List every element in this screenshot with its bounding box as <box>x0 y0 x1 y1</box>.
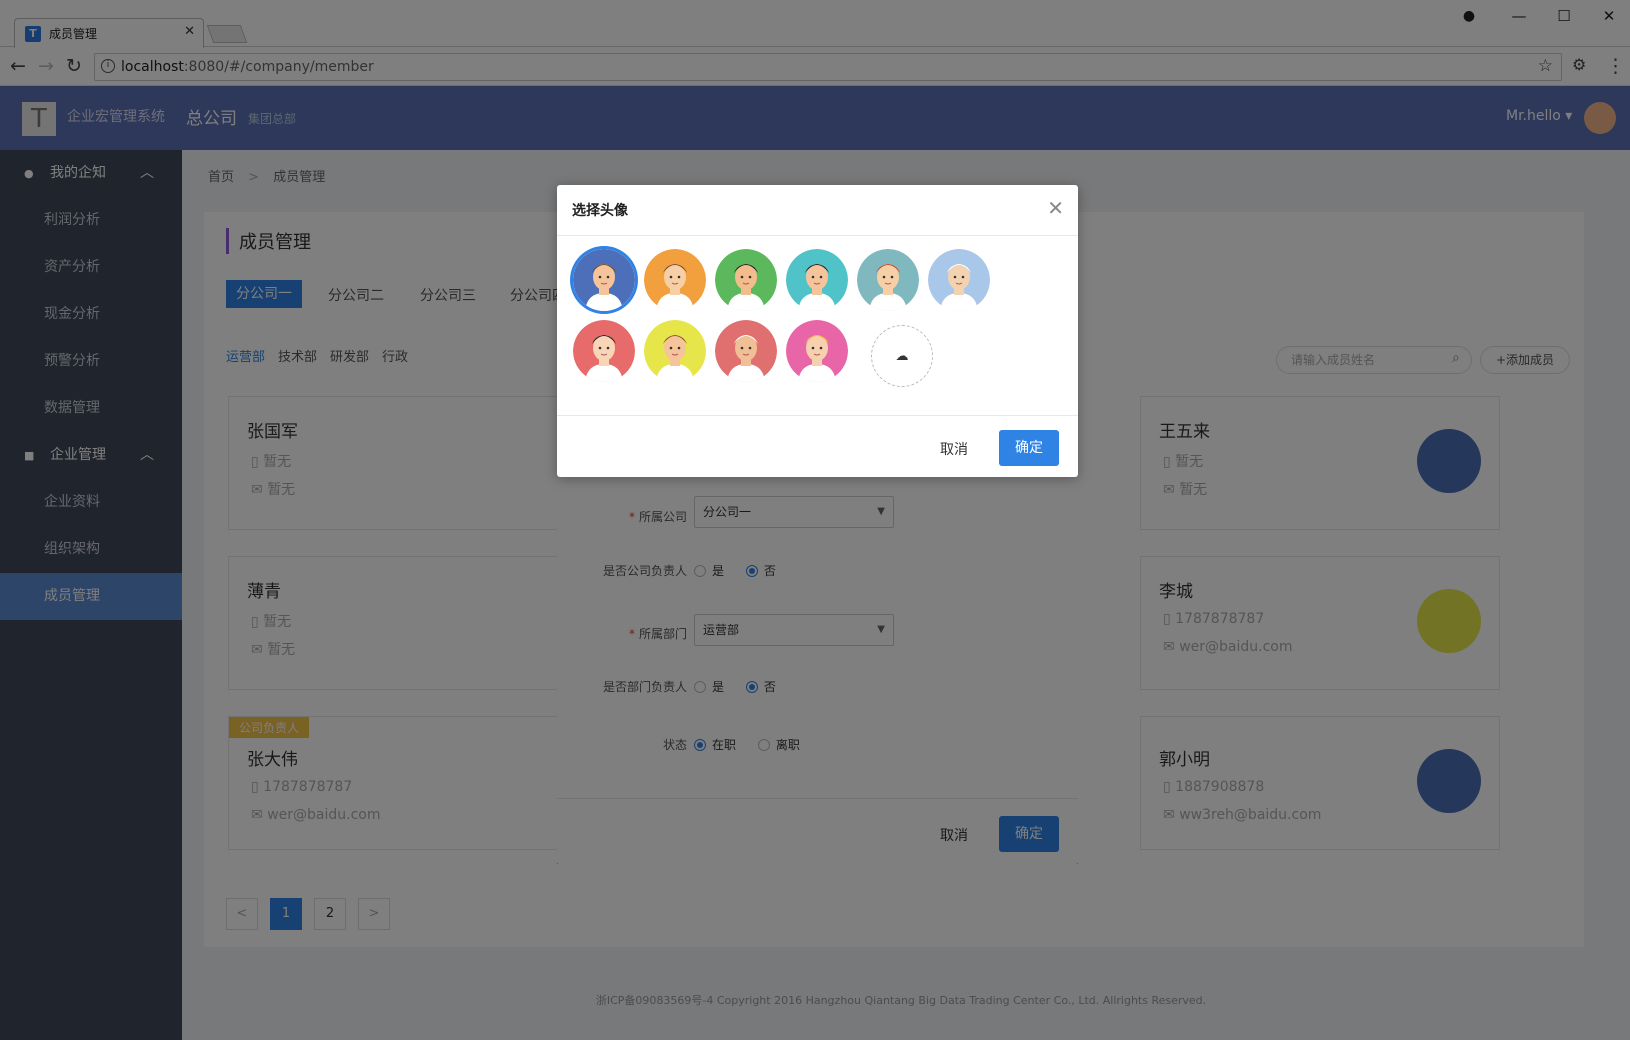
dialog-title: 选择头像 <box>572 203 628 219</box>
avatar-option[interactable] <box>928 249 990 311</box>
avatar-picker-dialog: 选择头像 ✕ ☁ 取消 确定 <box>557 185 1078 477</box>
avatar-option[interactable] <box>786 320 848 382</box>
avatar-option[interactable] <box>573 320 635 382</box>
avatar-option[interactable] <box>857 249 919 311</box>
avatar-option[interactable] <box>573 249 635 311</box>
dialog-divider <box>557 415 1078 416</box>
avatar-option[interactable] <box>786 249 848 311</box>
avatar-option[interactable] <box>644 249 706 311</box>
upload-cloud-icon: ☁ <box>895 349 909 364</box>
avatar-ok-button[interactable]: 确定 <box>999 430 1059 466</box>
dialog-header: 选择头像 ✕ <box>557 185 1078 236</box>
avatar-option[interactable] <box>644 320 706 382</box>
avatar-option[interactable] <box>715 320 777 382</box>
form-dimmer <box>557 470 1078 864</box>
close-icon[interactable]: ✕ <box>1047 196 1064 220</box>
avatar-option[interactable] <box>715 249 777 311</box>
avatar-cancel-button[interactable]: 取消 <box>940 439 968 459</box>
upload-avatar-button[interactable]: ☁ <box>871 325 933 387</box>
